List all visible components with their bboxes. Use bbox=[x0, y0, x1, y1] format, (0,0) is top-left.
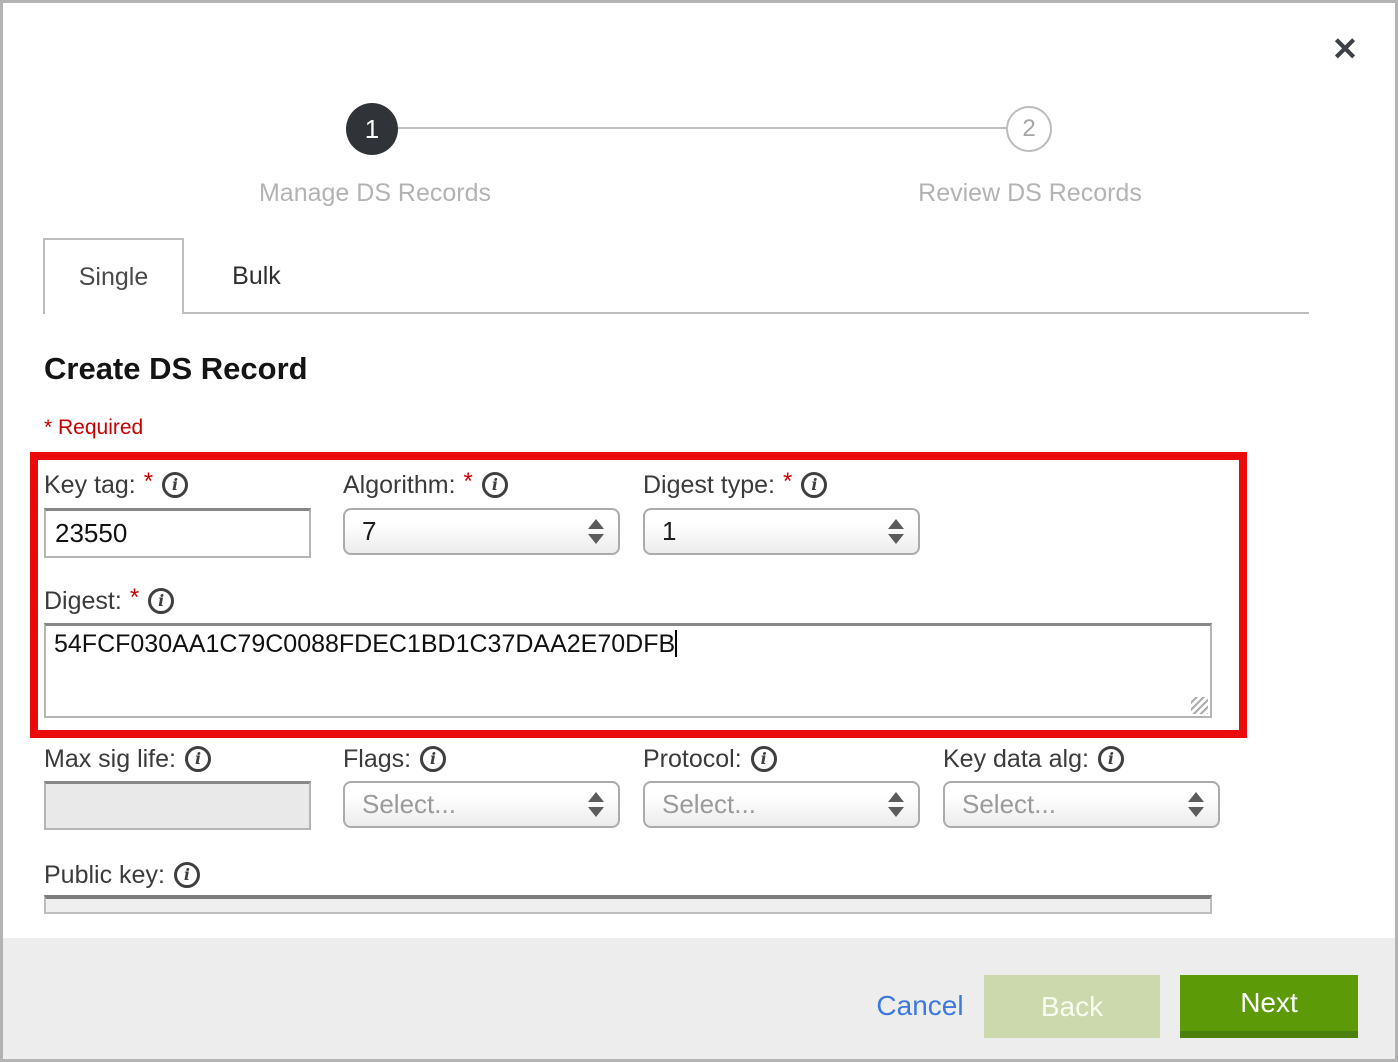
key-data-alg-label: Key data alg: bbox=[943, 743, 1124, 775]
select-arrows-icon bbox=[1188, 792, 1204, 817]
digest-type-select-value: 1 bbox=[662, 516, 676, 547]
protocol-select[interactable]: Select... bbox=[643, 781, 920, 828]
resize-handle-icon[interactable] bbox=[1191, 697, 1208, 714]
info-icon[interactable] bbox=[751, 746, 777, 772]
page-title: Create DS Record bbox=[44, 351, 308, 387]
algorithm-label: Algorithm: * bbox=[343, 469, 508, 501]
digest-type-label: Digest type: * bbox=[643, 469, 827, 501]
algorithm-label-text: Algorithm: bbox=[343, 471, 456, 500]
step-2-label: Review DS Records bbox=[880, 179, 1180, 208]
public-key-label-text: Public key: bbox=[44, 861, 165, 890]
stepper-connector-line bbox=[398, 127, 1008, 129]
info-icon[interactable] bbox=[162, 472, 188, 498]
create-ds-record-modal: ✕ 1 2 Manage DS Records Review DS Record… bbox=[0, 0, 1398, 1062]
algorithm-select[interactable]: 7 bbox=[343, 508, 620, 555]
text-caret bbox=[675, 630, 677, 657]
next-button[interactable]: Next bbox=[1180, 975, 1358, 1038]
key-tag-label-text: Key tag: bbox=[44, 471, 136, 500]
select-arrows-icon bbox=[888, 519, 904, 544]
info-icon[interactable] bbox=[482, 472, 508, 498]
algorithm-select-value: 7 bbox=[362, 516, 376, 547]
info-icon[interactable] bbox=[174, 862, 200, 888]
key-data-alg-select[interactable]: Select... bbox=[943, 781, 1220, 828]
key-data-alg-select-value: Select... bbox=[962, 789, 1056, 820]
flags-select-value: Select... bbox=[362, 789, 456, 820]
max-sig-life-input[interactable] bbox=[44, 781, 311, 830]
required-asterisk: * bbox=[144, 468, 153, 496]
flags-select[interactable]: Select... bbox=[343, 781, 620, 828]
close-icon[interactable]: ✕ bbox=[1323, 27, 1367, 71]
select-arrows-icon bbox=[588, 792, 604, 817]
step-1-label: Manage DS Records bbox=[225, 179, 525, 208]
step-1-circle: 1 bbox=[346, 103, 398, 155]
back-button[interactable]: Back bbox=[984, 975, 1160, 1038]
protocol-label: Protocol: bbox=[643, 743, 777, 775]
required-asterisk: * bbox=[783, 468, 792, 496]
digest-value: 54FCF030AA1C79C0088FDEC1BD1C37DAA2E70DFB bbox=[54, 630, 675, 658]
info-icon[interactable] bbox=[1098, 746, 1124, 772]
select-arrows-icon bbox=[888, 792, 904, 817]
info-icon[interactable] bbox=[148, 588, 174, 614]
info-icon[interactable] bbox=[185, 746, 211, 772]
required-asterisk: * bbox=[464, 468, 473, 496]
tab-bulk[interactable]: Bulk bbox=[184, 238, 329, 314]
public-key-textarea[interactable] bbox=[44, 895, 1212, 914]
key-data-alg-label-text: Key data alg: bbox=[943, 745, 1089, 774]
key-tag-label: Key tag: * bbox=[44, 469, 188, 501]
key-tag-input[interactable]: 23550 bbox=[44, 508, 311, 558]
required-asterisk: * bbox=[130, 584, 139, 612]
digest-textarea[interactable]: 54FCF030AA1C79C0088FDEC1BD1C37DAA2E70DFB bbox=[44, 623, 1212, 718]
flags-label-text: Flags: bbox=[343, 745, 411, 774]
public-key-label: Public key: bbox=[44, 859, 200, 891]
protocol-label-text: Protocol: bbox=[643, 745, 742, 774]
max-sig-life-label: Max sig life: bbox=[44, 743, 211, 775]
step-2-circle: 2 bbox=[1006, 106, 1052, 152]
tab-single[interactable]: Single bbox=[43, 238, 184, 314]
select-arrows-icon bbox=[588, 519, 604, 544]
max-sig-life-label-text: Max sig life: bbox=[44, 745, 176, 774]
required-note: * Required bbox=[44, 416, 143, 440]
flags-label: Flags: bbox=[343, 743, 446, 775]
protocol-select-value: Select... bbox=[662, 789, 756, 820]
info-icon[interactable] bbox=[420, 746, 446, 772]
digest-label-text: Digest: bbox=[44, 587, 122, 616]
digest-type-label-text: Digest type: bbox=[643, 471, 775, 500]
info-icon[interactable] bbox=[801, 472, 827, 498]
cancel-button[interactable]: Cancel bbox=[855, 975, 985, 1037]
digest-type-select[interactable]: 1 bbox=[643, 508, 920, 555]
digest-label: Digest: * bbox=[44, 585, 174, 617]
